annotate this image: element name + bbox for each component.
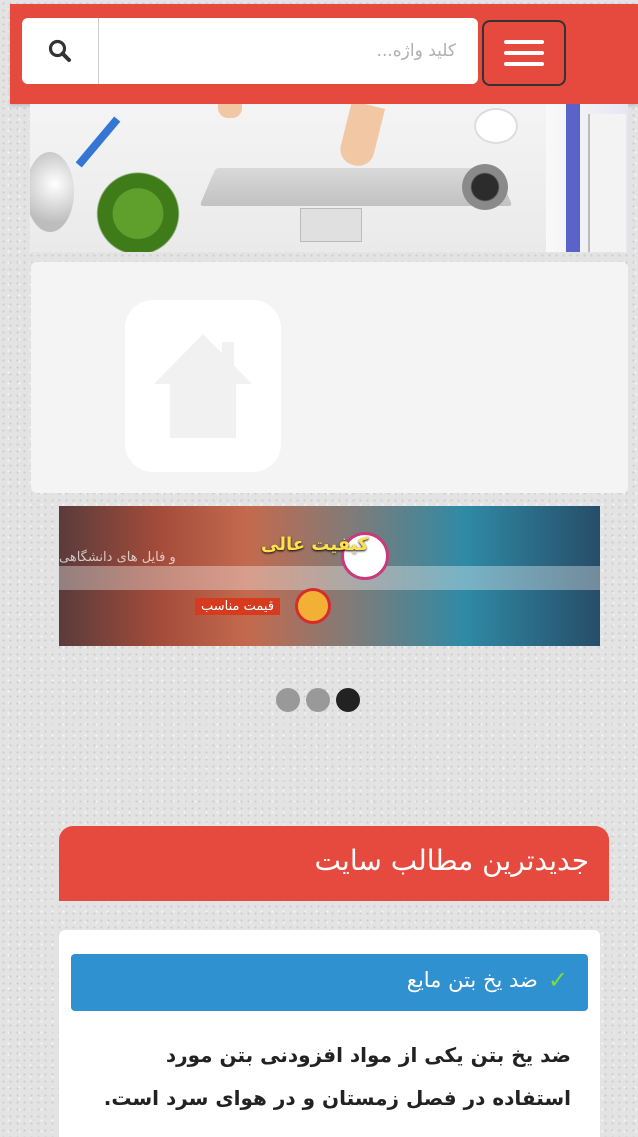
ruler-graphic: [566, 104, 580, 252]
post-card: ✓ ضد یخ بتن مایع ضد یخ بتن یکی از مواد ا…: [59, 930, 600, 1137]
post-title-wrap: ✓ ضد یخ بتن مایع: [407, 966, 568, 994]
search-button[interactable]: [22, 18, 99, 84]
home-icon: [154, 334, 252, 438]
post-title-bar[interactable]: ✓ ضد یخ بتن مایع: [71, 954, 588, 1011]
slider-dots: [276, 688, 360, 712]
search-box: [22, 18, 478, 84]
banner-faint-text: و فایل های دانشگاهی: [59, 550, 176, 565]
promo-banner[interactable]: و فایل های دانشگاهی کیفیت عالی قیمت مناس…: [59, 506, 600, 646]
hamburger-icon-bar: [504, 51, 544, 55]
banner-band: [59, 566, 600, 590]
search-input[interactable]: [99, 21, 478, 81]
slider-dot[interactable]: [276, 688, 300, 712]
home-tile: [125, 300, 281, 472]
hamburger-icon-bar: [504, 62, 544, 66]
hero-desk-image: [30, 104, 628, 252]
image-placeholder-card[interactable]: [31, 262, 628, 493]
banner-badge-text: قیمت مناسب: [195, 598, 281, 615]
menu-button[interactable]: [482, 20, 566, 86]
plant-graphic: [78, 156, 198, 252]
hand-graphic: [218, 104, 242, 118]
hamburger-icon-bar: [504, 40, 544, 44]
pen-cup-graphic: [462, 164, 508, 210]
price-badge-icon: [295, 588, 331, 624]
site-header: [10, 4, 638, 104]
banner-headline: کیفیت عالی: [261, 534, 369, 555]
post-excerpt: ضد یخ بتن یکی از مواد افزودنی بتن مورد ا…: [103, 1043, 571, 1110]
search-icon: [48, 39, 71, 62]
lamp-graphic: [30, 152, 74, 232]
slider-dot-active[interactable]: [336, 688, 360, 712]
latest-posts-header: جدیدترین مطالب سایت: [59, 826, 609, 901]
slider-dot[interactable]: [306, 688, 330, 712]
hand-graphic: [337, 104, 385, 170]
mug-graphic: [474, 108, 518, 144]
monitor-stand-graphic: [300, 208, 362, 242]
latest-posts-title: جدیدترین مطالب سایت: [314, 844, 589, 877]
notebook-graphic: [588, 114, 626, 252]
post-title[interactable]: ضد یخ بتن مایع: [407, 968, 538, 992]
check-icon: ✓: [547, 966, 568, 994]
